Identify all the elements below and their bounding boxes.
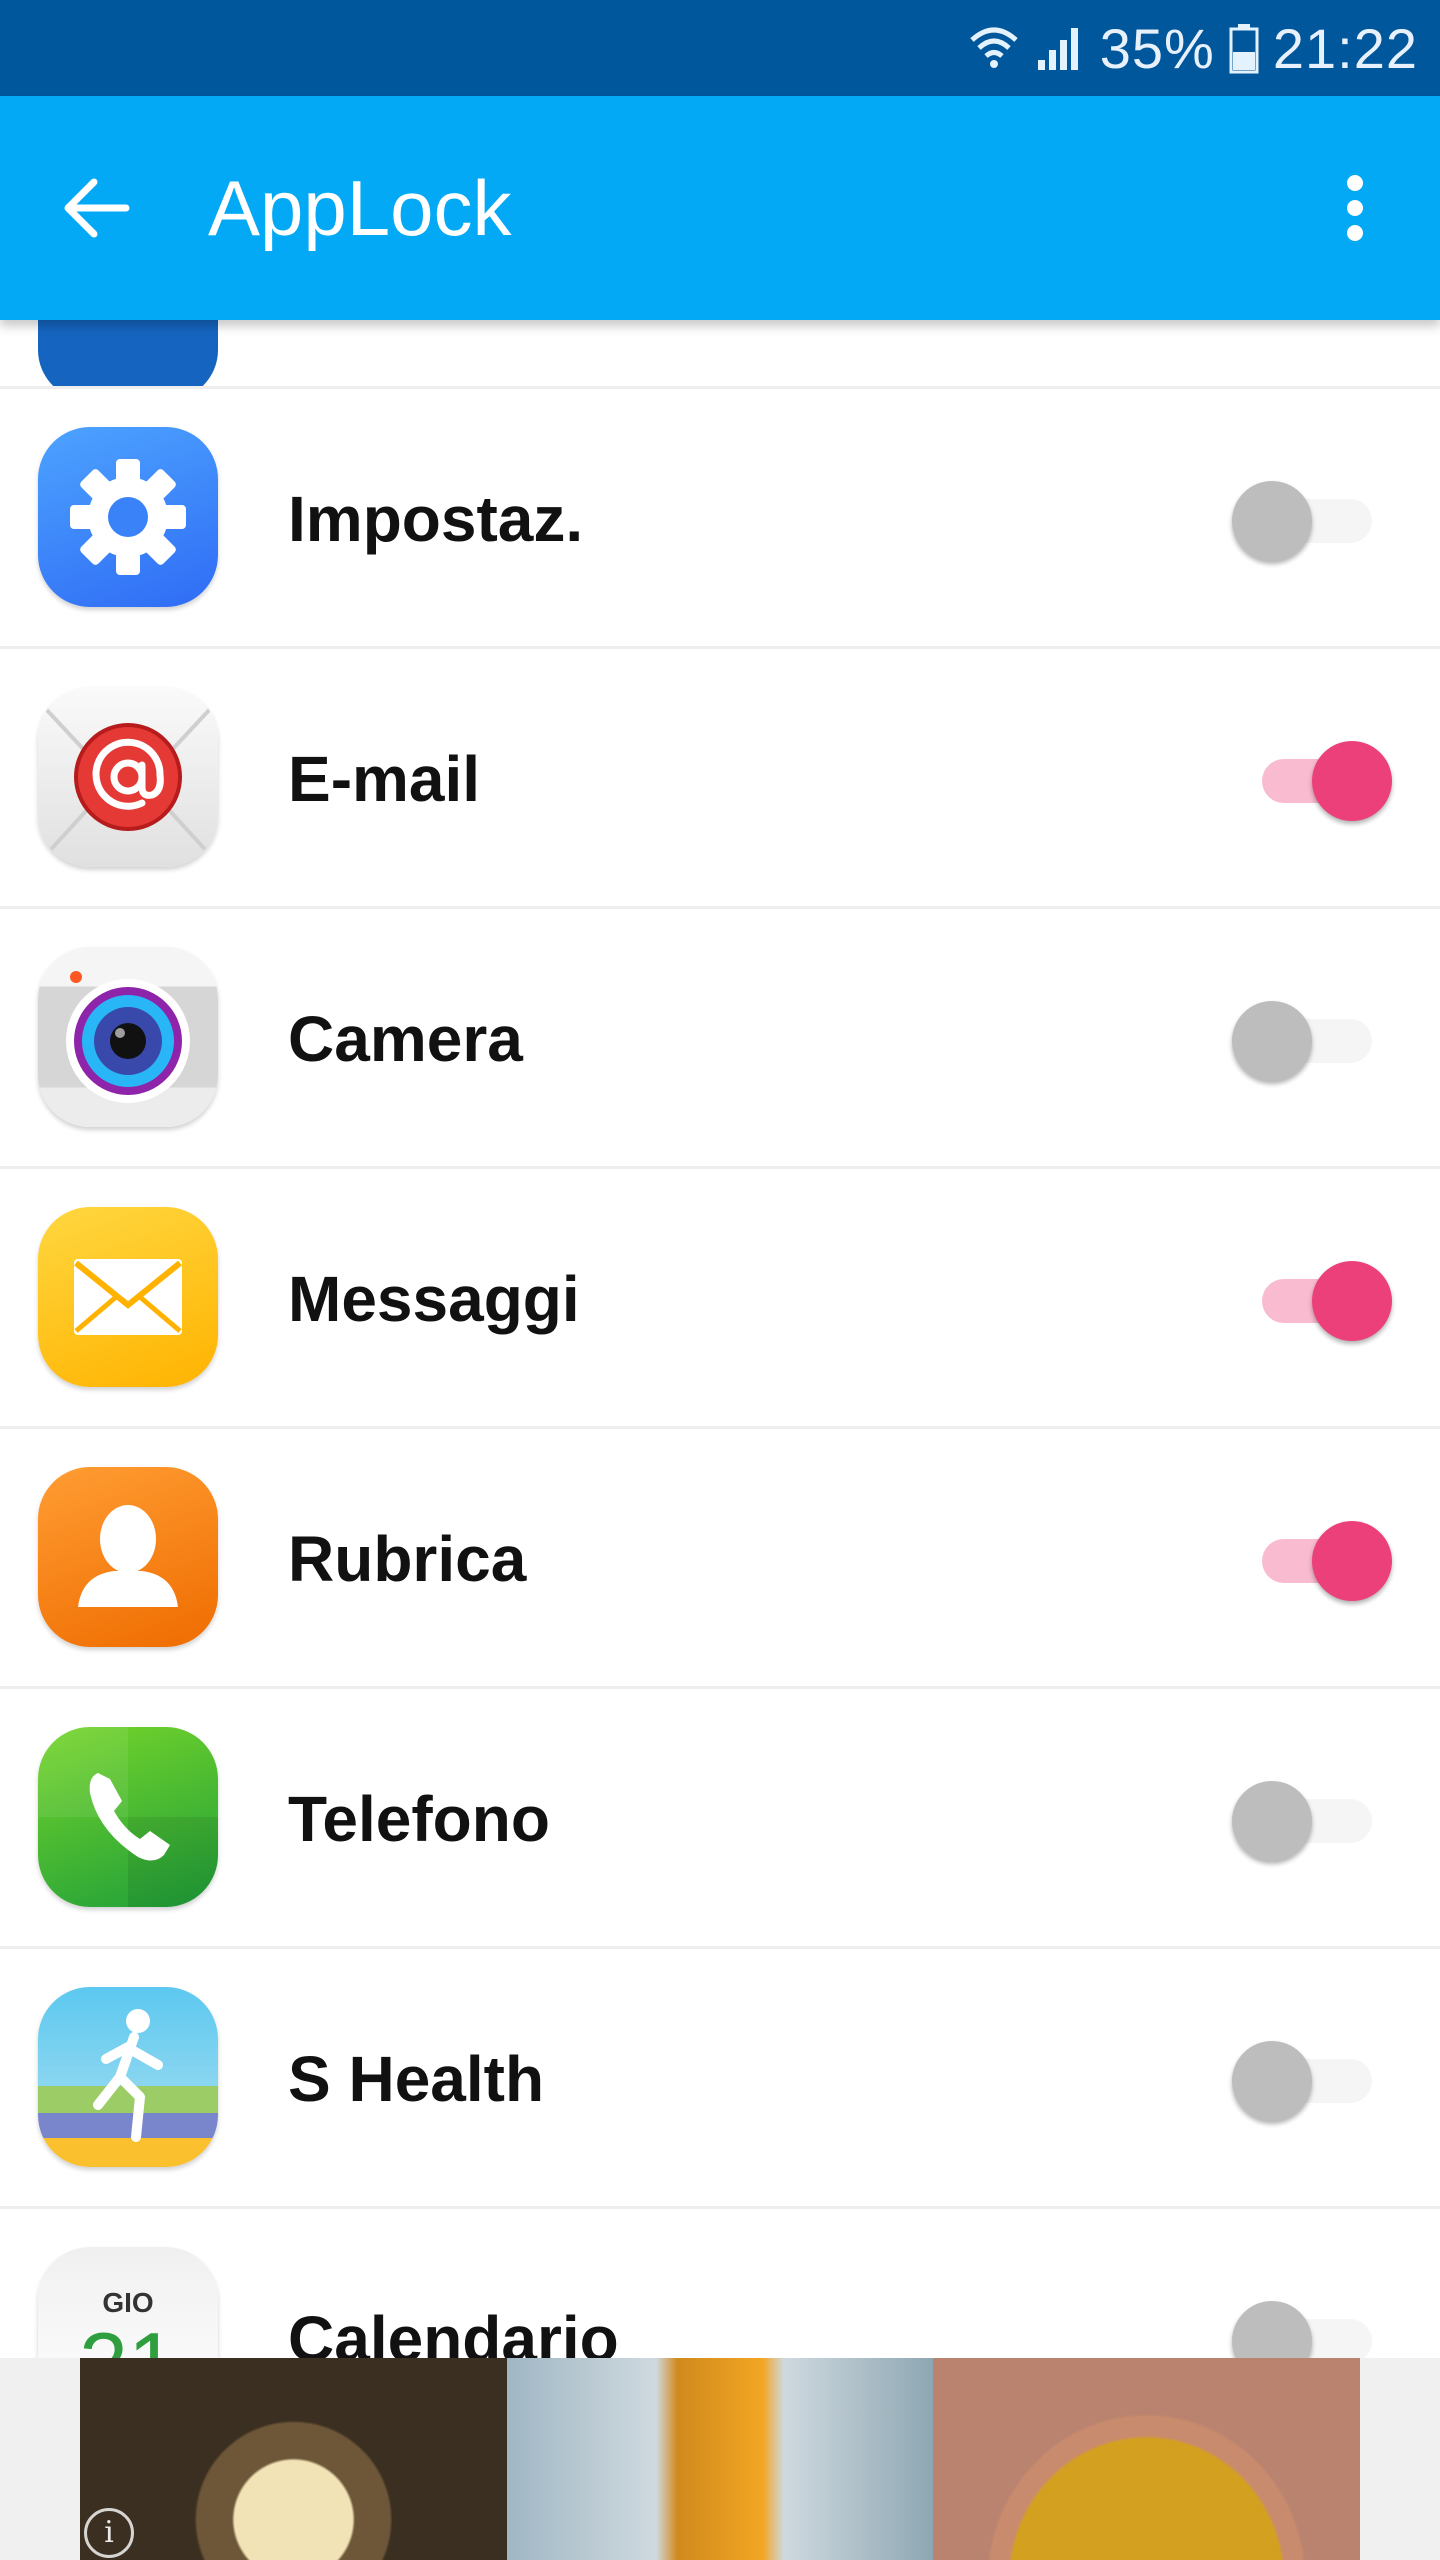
email-at-icon	[38, 687, 218, 867]
ad-image[interactable]: i	[80, 2358, 1360, 2560]
signal-icon	[1034, 22, 1086, 74]
wifi-icon	[968, 22, 1020, 74]
list-item-camera[interactable]: Camera	[0, 909, 1440, 1169]
ad-panel-drink-glass	[506, 2358, 934, 2560]
camera-lens-icon	[38, 947, 218, 1127]
battery-percent: 35%	[1099, 16, 1215, 80]
app-bar: AppLock	[0, 96, 1440, 320]
lock-toggle[interactable]	[1232, 1259, 1402, 1341]
lock-toggle[interactable]	[1232, 1779, 1402, 1861]
ad-info-icon[interactable]: i	[84, 2508, 134, 2558]
list-item-s-health[interactable]: S Health	[0, 1949, 1440, 2209]
list-item-messaggi[interactable]: Messaggi	[0, 1169, 1440, 1429]
back-button[interactable]	[50, 168, 140, 248]
app-label: Rubrica	[288, 1523, 527, 1595]
list-item-rubrica[interactable]: Rubrica	[0, 1429, 1440, 1689]
toggle-thumb	[1232, 2041, 1312, 2121]
app-label: Camera	[288, 1003, 523, 1075]
toggle-thumb	[1232, 1781, 1312, 1861]
settings-gear-icon	[38, 427, 218, 607]
list-item-impostaz[interactable]: Impostaz.	[0, 389, 1440, 649]
ad-banner[interactable]: i	[0, 2358, 1440, 2560]
toggle-thumb	[1312, 1261, 1392, 1341]
app-label: E-mail	[288, 743, 481, 815]
toggle-thumb	[1232, 481, 1312, 561]
app-list[interactable]: Impostaz. E-mail Camera Messaggi Rubrica…	[0, 389, 1440, 2469]
arrow-left-icon	[64, 178, 130, 238]
list-item-partial[interactable]	[0, 320, 1440, 389]
toggle-thumb	[1312, 741, 1392, 821]
lock-toggle[interactable]	[1232, 999, 1402, 1081]
clock: 21:22	[1272, 16, 1418, 80]
toggle-thumb	[1312, 1521, 1392, 1601]
toggle-thumb	[1232, 1001, 1312, 1081]
page-title: AppLock	[208, 164, 512, 252]
overflow-menu-button[interactable]	[1330, 158, 1380, 258]
battery-icon	[1229, 22, 1259, 74]
app-label: Messaggi	[288, 1263, 580, 1335]
contact-person-icon	[38, 1467, 218, 1647]
lock-toggle[interactable]	[1232, 739, 1402, 821]
ad-panel-yellow-jacket	[933, 2358, 1360, 2560]
lock-toggle[interactable]	[1232, 1519, 1402, 1601]
lock-toggle[interactable]	[1232, 479, 1402, 561]
app-icon-partial	[38, 320, 218, 386]
runner-icon	[38, 1987, 218, 2167]
status-bar: 35% 21:22	[0, 0, 1440, 96]
list-item-telefono[interactable]: Telefono	[0, 1689, 1440, 1949]
app-label: S Health	[288, 2043, 545, 2115]
ad-panel-rose-brooch: i	[80, 2358, 507, 2560]
envelope-icon	[38, 1207, 218, 1387]
app-label: Impostaz.	[288, 483, 584, 555]
more-vert-icon	[1347, 175, 1363, 241]
app-label: Telefono	[288, 1783, 550, 1855]
lock-toggle[interactable]	[1232, 2039, 1402, 2121]
list-item-email[interactable]: E-mail	[0, 649, 1440, 909]
phone-handset-icon	[38, 1727, 218, 1907]
